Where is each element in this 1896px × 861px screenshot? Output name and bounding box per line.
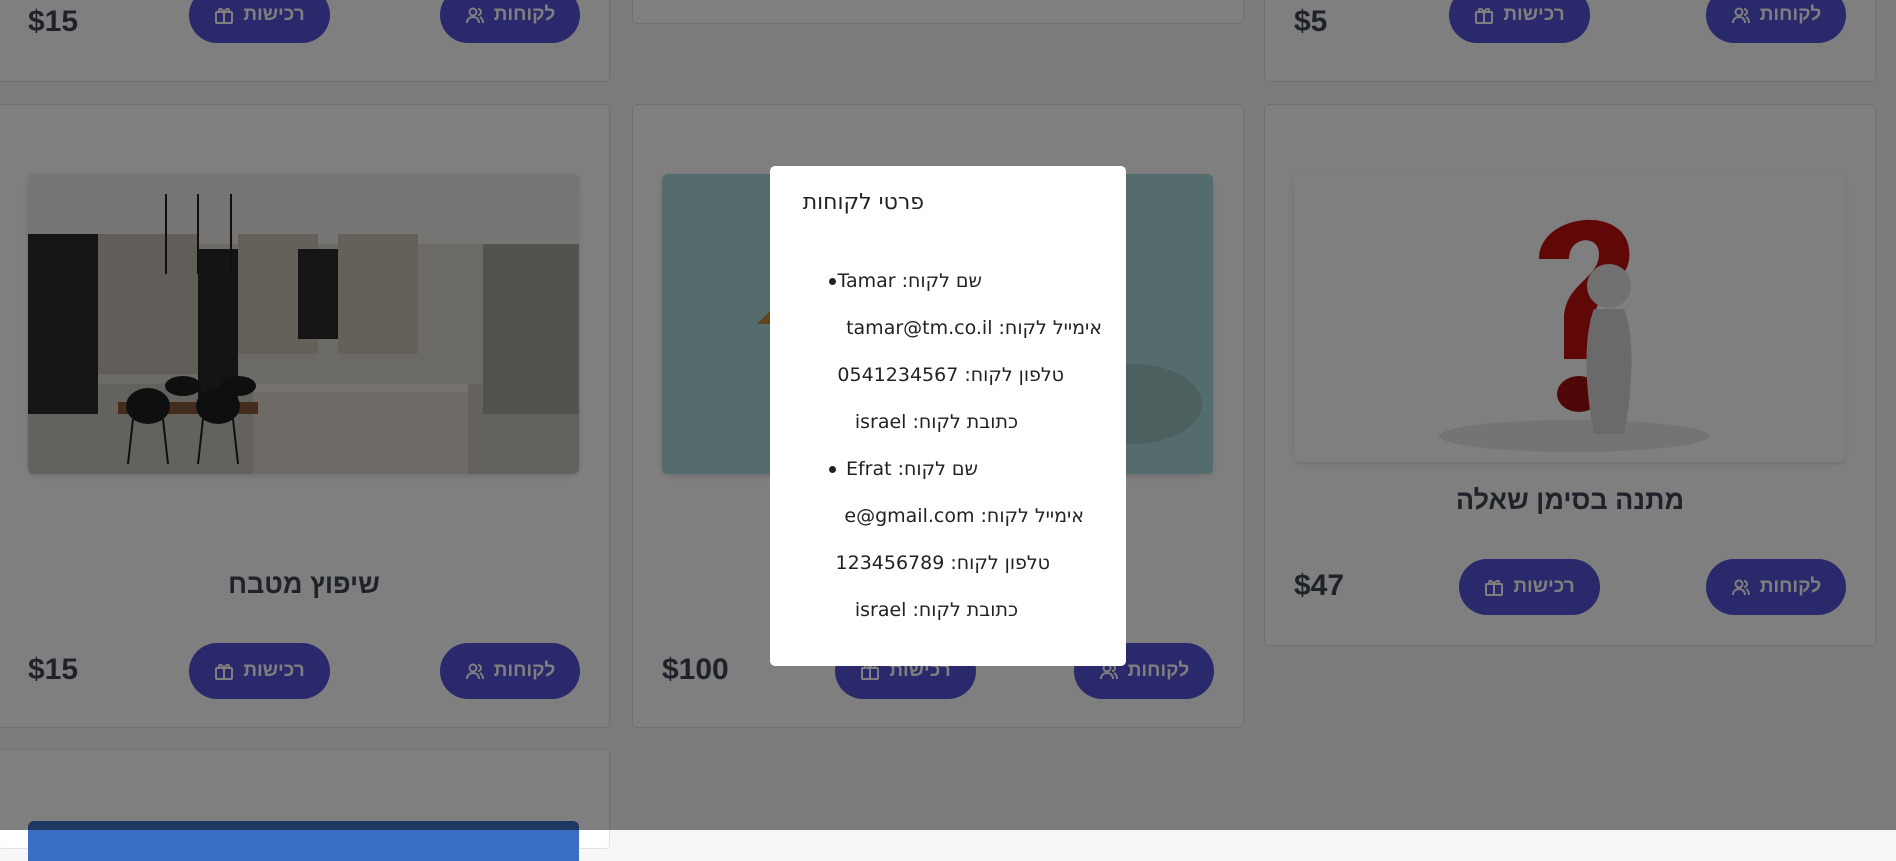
customer-address: כתובת לקוח: israel [854,599,1018,621]
customer-address: כתובת לקוח: israel [854,411,1018,433]
list-bullet [829,466,836,473]
customer-email: אימייל לקוח: tamar@tm.co.il [846,317,1102,339]
customer-name: שם לקוח: Efrat [845,458,978,480]
customer-email: אימייל לקוח: e@gmail.com [844,505,1084,527]
modal-title: פרטי לקוחות [802,190,924,215]
customer-name: שם לקוח: Tamar [837,270,983,292]
list-bullet [829,278,836,285]
customers-modal: פרטי לקוחות שם לקוח: Tamar אימייל לקוח: … [770,166,1126,666]
customer-phone: טלפון לקוח: 0541234567 [837,364,1064,386]
customer-phone: טלפון לקוח: 123456789 [835,552,1050,574]
